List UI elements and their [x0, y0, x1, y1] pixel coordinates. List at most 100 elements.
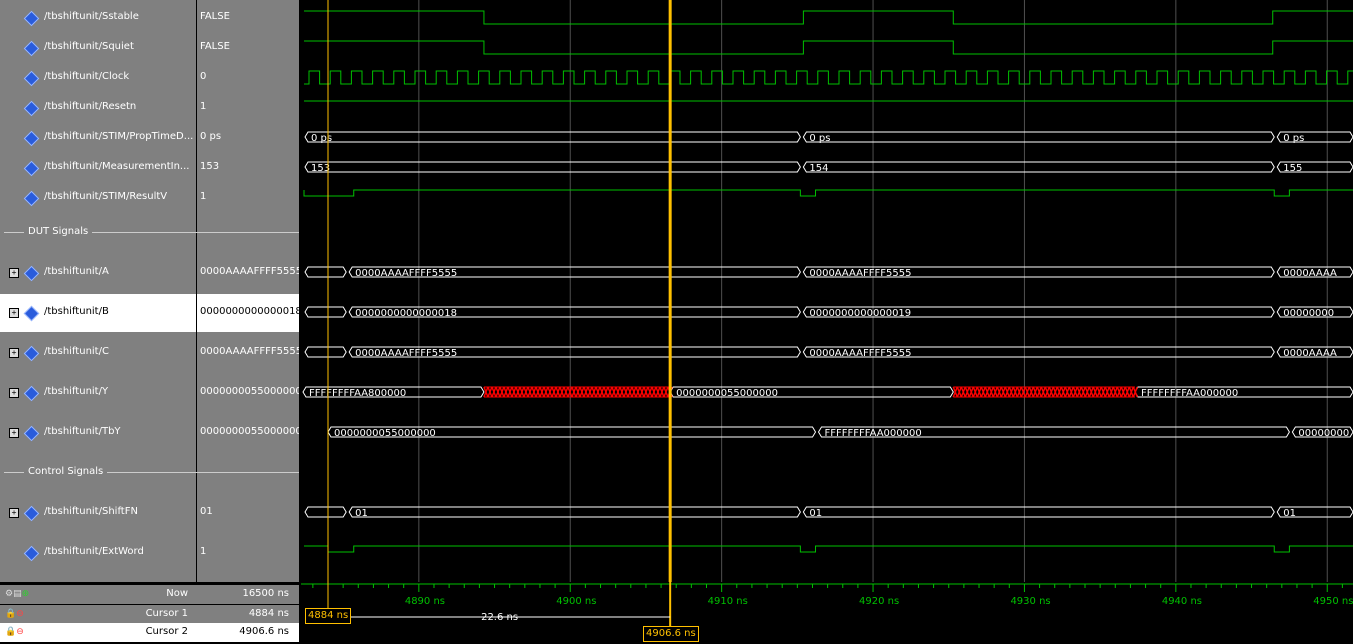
- glitch-mark: [583, 386, 589, 398]
- cursor1-row[interactable]: 🔒⊖ Cursor 1 4884 ns: [0, 605, 299, 624]
- signal-row-a[interactable]: + /tbshiftunit/A: [0, 258, 196, 288]
- signal-row-squiet[interactable]: /tbshiftunit/Squiet: [0, 33, 196, 63]
- glitch-mark: [1032, 386, 1038, 398]
- signal-name: /tbshiftunit/ExtWord: [44, 546, 144, 557]
- glitch-mark: [1024, 386, 1030, 398]
- value-cell: 01: [200, 506, 213, 517]
- signal-row-resultv[interactable]: /tbshiftunit/STIM/ResultV: [0, 183, 196, 213]
- signal-name: /tbshiftunit/C: [44, 346, 109, 357]
- now-row: ⚙▤⊕ Now 16500 ns: [0, 585, 299, 604]
- expand-icon[interactable]: +: [9, 268, 19, 278]
- glitch-mark: [1116, 386, 1122, 398]
- glitch-mark: [635, 386, 641, 398]
- resultv-wave: [303, 189, 1353, 197]
- glitch-mark: [499, 386, 505, 398]
- glitch-mark: [563, 386, 569, 398]
- bus-a-segment: [304, 266, 347, 278]
- glitch-mark: [1008, 386, 1014, 398]
- signal-diamond-icon: [23, 100, 40, 117]
- glitch-mark: [659, 386, 665, 398]
- measurement-segment: [802, 161, 1275, 173]
- value-cell: 1: [200, 191, 207, 202]
- glitch-mark: [1128, 386, 1134, 398]
- glitch-mark: [1092, 386, 1098, 398]
- bus-y-value-label: FFFFFFFFAA000000: [1141, 388, 1238, 399]
- expand-icon[interactable]: +: [9, 348, 19, 358]
- cursor1-value: 4884 ns: [248, 608, 289, 619]
- waveform-canvas[interactable]: 0 ps 0 ps 0 ps 153 154 155 0000AAAAFFFF5555 000…: [301, 0, 1353, 582]
- glitch-mark: [968, 386, 974, 398]
- glitch-mark: [515, 386, 521, 398]
- glitch-mark: [547, 386, 553, 398]
- signal-row-tby[interactable]: + /tbshiftunit/TbY: [0, 418, 196, 448]
- glitch-mark: [1124, 386, 1130, 398]
- glitch-mark: [631, 386, 637, 398]
- glitch-mark: [483, 386, 489, 398]
- signal-row-proptime[interactable]: /tbshiftunit/STIM/PropTimeD...: [0, 123, 196, 153]
- glitch-mark: [503, 386, 509, 398]
- expand-icon[interactable]: +: [9, 308, 19, 318]
- glitch-mark: [1084, 386, 1090, 398]
- cursor2-label: Cursor 2: [145, 626, 188, 637]
- divider-dut-signals[interactable]: DUT Signals: [24, 226, 93, 237]
- bus-shiftfn-segment: [348, 506, 801, 518]
- glitch-mark: [1088, 386, 1094, 398]
- divider-control-signals[interactable]: Control Signals: [24, 466, 108, 477]
- signal-values-pane: FALSE FALSE 0 1 0 ps 153 1 0000AAAAFFFF5…: [197, 0, 299, 582]
- glitch-mark: [643, 386, 649, 398]
- glitch-mark: [543, 386, 549, 398]
- signal-name: /tbshiftunit/MeasurementIn...: [44, 161, 190, 172]
- now-label: Now: [166, 588, 188, 599]
- glitch-mark: [531, 386, 537, 398]
- cursor2-marker[interactable]: 4906.6 ns: [643, 626, 699, 642]
- signal-diamond-icon: [23, 70, 40, 87]
- signal-row-b[interactable]: + /tbshiftunit/B: [0, 294, 196, 332]
- signal-row-shiftfn[interactable]: + /tbshiftunit/ShiftFN: [0, 498, 196, 528]
- glitch-mark: [627, 386, 633, 398]
- signal-row-extword[interactable]: /tbshiftunit/ExtWord: [0, 538, 196, 568]
- cursor1-marker[interactable]: 4884 ns: [305, 608, 352, 624]
- glitch-mark: [587, 386, 593, 398]
- signal-row-y[interactable]: + /tbshiftunit/Y: [0, 378, 196, 408]
- signal-row-sstable[interactable]: /tbshiftunit/Sstable: [0, 3, 196, 33]
- signal-row-resetn[interactable]: /tbshiftunit/Resetn: [0, 93, 196, 123]
- glitch-mark: [623, 386, 629, 398]
- glitch-mark: [988, 386, 994, 398]
- timeline-ruler[interactable]: 4890 ns 4900 ns 4910 ns 4920 ns 4930 ns 4940 …: [301, 582, 1353, 642]
- expand-icon[interactable]: +: [9, 508, 19, 518]
- glitch-mark: [1064, 386, 1070, 398]
- value-cell: 0000000000000018: [197, 294, 299, 332]
- glitch-mark: [1080, 386, 1086, 398]
- signal-name: /tbshiftunit/Squiet: [44, 41, 134, 52]
- expand-icon[interactable]: +: [9, 428, 19, 438]
- signal-row-measurement[interactable]: /tbshiftunit/MeasurementIn...: [0, 153, 196, 183]
- bus-shiftfn-segment: [802, 506, 1275, 518]
- sstable-wave: [304, 10, 1353, 25]
- timeline-canvas[interactable]: 4890 ns 4900 ns 4910 ns 4920 ns 4930 ns 4940 …: [301, 582, 1353, 641]
- glitch-mark: [1016, 386, 1022, 398]
- waveform-pane[interactable]: 0 ps 0 ps 0 ps 153 154 155 0000AAAAFFFF5555 000…: [301, 0, 1353, 582]
- signal-row-c[interactable]: + /tbshiftunit/C: [0, 338, 196, 368]
- proptime-value-label: 0 ps: [311, 133, 332, 144]
- glitch-mark: [1104, 386, 1110, 398]
- glitch-mark: [1028, 386, 1034, 398]
- tick-label: 4910 ns: [708, 596, 748, 607]
- signal-name: /tbshiftunit/TbY: [44, 426, 121, 437]
- glitch-mark: [527, 386, 533, 398]
- expand-icon[interactable]: +: [9, 388, 19, 398]
- glitch-mark: [1048, 386, 1054, 398]
- signal-name: /tbshiftunit/ShiftFN: [44, 506, 138, 517]
- glitch-mark: [1004, 386, 1010, 398]
- cursor2-row[interactable]: 🔒⊖ Cursor 2 4906.6 ns: [0, 623, 299, 642]
- glitch-mark: [1000, 386, 1006, 398]
- glitch-mark: [992, 386, 998, 398]
- signal-row-clock[interactable]: /tbshiftunit/Clock: [0, 63, 196, 93]
- bus-a-value-label: 0000AAAAFFFF5555: [355, 268, 457, 279]
- cursor1-label: Cursor 1: [145, 608, 188, 619]
- glitch-mark: [1096, 386, 1102, 398]
- tick-label: 4920 ns: [859, 596, 899, 607]
- value-cell: FALSE: [200, 41, 230, 52]
- signal-diamond-icon: [23, 545, 40, 562]
- measurement-value-label: 153: [311, 163, 330, 174]
- glitch-mark: [980, 386, 986, 398]
